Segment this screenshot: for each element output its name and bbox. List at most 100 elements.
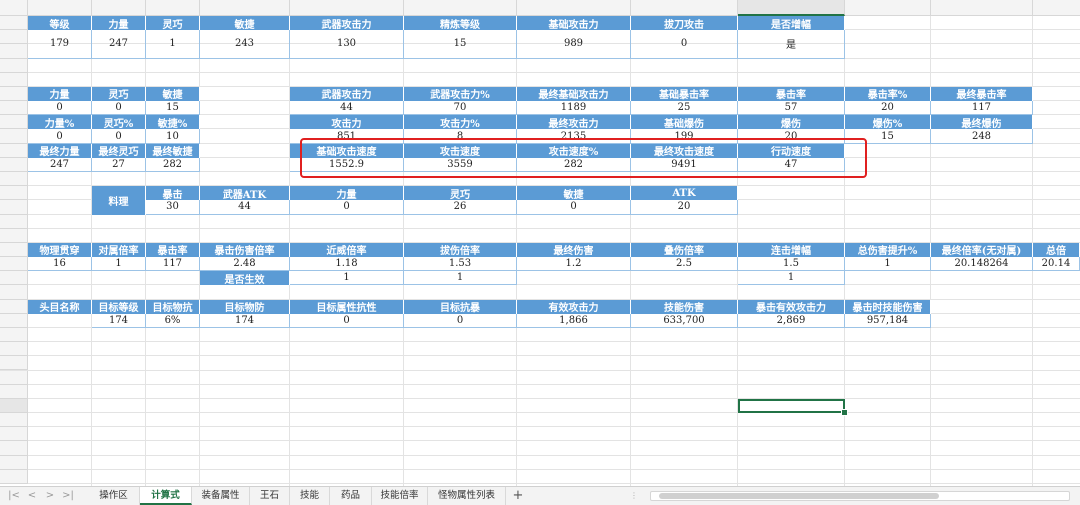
value-cell[interactable]: 6% (146, 313, 200, 328)
header-cell[interactable]: 总倍 (1033, 242, 1080, 258)
row-header[interactable] (0, 228, 28, 243)
header-cell[interactable]: 最终爆伤 (931, 115, 1033, 130)
header-cell[interactable]: 拔伤倍率 (404, 242, 517, 258)
value-cell[interactable]: 1189 (517, 101, 631, 116)
header-cell[interactable]: 等级 (28, 16, 92, 31)
sheet-tab[interactable]: 操作区 (88, 487, 140, 505)
header-cell[interactable]: 目标等级 (92, 299, 146, 314)
last-sheet-icon[interactable]: >| (62, 489, 74, 503)
header-cell[interactable]: 最终基础攻击力 (517, 86, 631, 102)
header-cell[interactable]: 最终攻击力 (517, 115, 631, 130)
header-cell[interactable]: 暴击伤害倍率 (200, 242, 290, 258)
value-cell[interactable]: 0 (28, 101, 92, 116)
splitter-handle-icon[interactable]: ⋮ (630, 490, 638, 502)
value-cell[interactable]: 174 (200, 313, 290, 328)
row-header[interactable] (0, 384, 28, 399)
value-cell[interactable]: 是 (738, 30, 845, 59)
header-cell[interactable]: 最终敏捷 (146, 143, 200, 158)
value-cell[interactable]: 174 (92, 313, 146, 328)
header-cell[interactable]: 爆伤 (738, 115, 845, 130)
value-cell[interactable]: 957,184 (845, 313, 931, 328)
header-cell[interactable]: 灵巧 (92, 86, 146, 102)
header-cell[interactable]: 近威倍率 (290, 242, 404, 258)
header-cell[interactable]: 灵巧 (404, 186, 517, 201)
header-cell[interactable]: 武器攻击力 (290, 16, 404, 31)
value-cell[interactable]: 1.2 (517, 257, 631, 272)
row-header[interactable] (0, 171, 28, 187)
header-cell[interactable]: 攻击力% (404, 115, 517, 130)
header-cell[interactable]: 力量 (290, 186, 404, 201)
column-header-f[interactable] (404, 0, 517, 16)
row-header[interactable] (0, 427, 28, 442)
header-cell[interactable]: 灵巧 (146, 16, 200, 31)
value-cell[interactable]: 1 (738, 271, 845, 286)
value-cell[interactable]: 117 (146, 257, 200, 272)
value-cell[interactable]: 2.48 (200, 257, 290, 272)
header-cell[interactable]: ATK (631, 186, 738, 201)
row-header[interactable] (0, 143, 28, 158)
first-sheet-icon[interactable]: |< (8, 489, 20, 503)
value-cell[interactable]: 20 (845, 101, 931, 116)
value-cell[interactable]: 26 (404, 200, 517, 215)
header-cell[interactable]: 叠伤倍率 (631, 242, 738, 258)
value-cell[interactable]: 0 (290, 313, 404, 328)
header-cell[interactable]: 敏捷 (200, 16, 290, 31)
value-cell[interactable]: 179 (28, 30, 92, 59)
header-cell[interactable]: 武器ATK (200, 186, 290, 201)
header-cell[interactable]: 最终倍率(无对属) (931, 242, 1033, 258)
sheet-tab[interactable]: 技能 (290, 487, 330, 505)
header-cell[interactable]: 暴击率 (146, 242, 200, 258)
value-cell[interactable]: 633,700 (631, 313, 738, 328)
header-cell[interactable]: 攻击力 (290, 115, 404, 130)
header-cell[interactable]: 技能伤害 (631, 299, 738, 314)
header-cell[interactable]: 武器攻击力 (290, 86, 404, 102)
value-cell[interactable]: 44 (290, 101, 404, 116)
header-cell[interactable]: 连击增幅 (738, 242, 845, 258)
value-cell[interactable]: 0 (92, 129, 146, 144)
row-header[interactable] (0, 327, 28, 343)
value-cell[interactable]: 1.5 (738, 257, 845, 272)
header-cell[interactable]: 目标抗暴 (404, 299, 517, 314)
value-cell[interactable]: 57 (738, 101, 845, 116)
header-cell[interactable]: 对属倍率 (92, 242, 146, 258)
selected-cell[interactable] (738, 398, 845, 414)
value-cell[interactable]: 27 (92, 157, 146, 172)
header-cell[interactable]: 灵巧% (92, 115, 146, 130)
header-cell[interactable]: 最终伤害 (517, 242, 631, 258)
header-cell[interactable]: 力量 (92, 16, 146, 31)
sheet-tab[interactable]: 计算式 (140, 487, 192, 505)
row-header[interactable] (0, 242, 28, 258)
header-cell[interactable]: 精炼等级 (404, 16, 517, 31)
value-cell[interactable]: 1 (845, 257, 931, 272)
header-cell[interactable]: 暴击率 (738, 86, 845, 102)
sheet-tab[interactable]: 王石 (250, 487, 290, 505)
header-cell[interactable]: 目标物防 (200, 299, 290, 314)
value-cell[interactable]: 130 (290, 30, 404, 59)
header-cell[interactable]: 目标属性抗性 (290, 299, 404, 314)
header-cell[interactable]: 最终灵巧 (92, 143, 146, 158)
value-cell[interactable]: 0 (28, 129, 92, 144)
value-cell[interactable]: 1 (290, 271, 404, 286)
header-cell[interactable]: 最终暴击率 (931, 86, 1033, 102)
row-header[interactable] (0, 370, 28, 385)
header-cell[interactable]: 敏捷 (517, 186, 631, 201)
next-sheet-icon[interactable]: > (44, 489, 56, 503)
value-cell[interactable]: 30 (146, 200, 200, 215)
header-cell[interactable]: 暴击 (146, 186, 200, 201)
row-header[interactable] (0, 271, 28, 286)
value-cell[interactable]: 20.14 (1033, 257, 1080, 272)
column-header-h[interactable] (631, 0, 738, 16)
header-cell[interactable]: 头目名称 (28, 299, 92, 314)
sheet-tab[interactable]: 技能倍率 (372, 487, 428, 505)
sheet-tab[interactable]: 怪物属性列表 (428, 487, 506, 505)
value-cell[interactable]: 16 (28, 257, 92, 272)
value-cell[interactable]: 2.5 (631, 257, 738, 272)
header-cell[interactable]: 力量% (28, 115, 92, 130)
header-cell[interactable]: 料理 (92, 186, 146, 215)
value-cell[interactable]: 1 (404, 271, 517, 286)
row-header[interactable] (0, 186, 28, 201)
row-header[interactable] (0, 101, 28, 116)
row-header[interactable] (0, 129, 28, 144)
column-header-b[interactable] (92, 0, 146, 16)
header-cell[interactable]: 暴击率% (845, 86, 931, 102)
